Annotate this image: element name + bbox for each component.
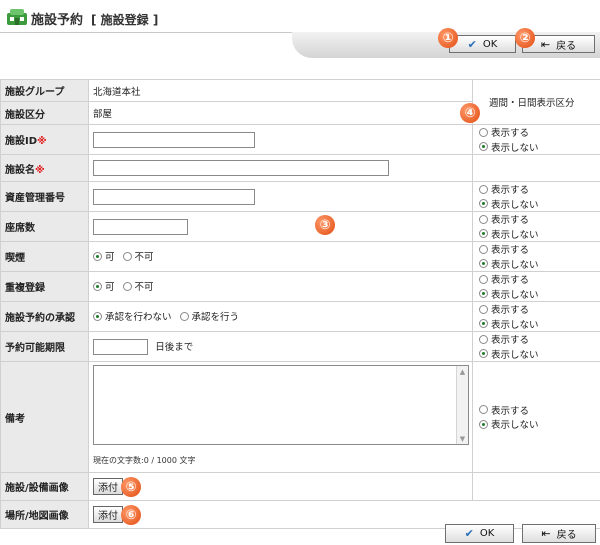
page-subtitle: [ 施設登録 ] — [91, 13, 159, 27]
approval-yes-radio[interactable]: 承認を行う — [179, 309, 239, 323]
show-radio[interactable]: 表示する — [479, 242, 529, 256]
label-smoking: 喫煙 — [0, 241, 89, 272]
hide-radio[interactable]: 表示しない — [479, 257, 539, 271]
marker-2: ② — [515, 28, 535, 48]
label-facility-image: 施設/設備画像 — [0, 472, 89, 501]
label-facility-name: 施設名※ — [0, 154, 89, 182]
label-group: 施設グループ — [0, 79, 89, 102]
period-suffix: 日後まで — [155, 341, 194, 353]
marker-4: ④ — [460, 103, 480, 123]
label-period: 予約可能期限 — [0, 331, 89, 362]
seats-input[interactable] — [93, 218, 188, 235]
hide-radio[interactable]: 表示しない — [479, 227, 539, 241]
label-double-booking: 重複登録 — [0, 271, 89, 302]
attach-map-image-button[interactable]: 添付 — [93, 506, 123, 523]
visibility-approval: 表示する 表示しない — [472, 301, 600, 332]
visibility-facility-name — [472, 154, 600, 182]
required-mark: ※ — [37, 136, 47, 147]
show-radio[interactable]: 表示する — [479, 212, 529, 226]
back-arrow-icon: ⇤ — [540, 37, 551, 51]
row-asset-no: 資産管理番号 表示する 表示しない — [0, 181, 600, 212]
attach-facility-image-button[interactable]: 添付 — [93, 478, 123, 495]
page-header: 施設予約[ 施設登録 ] — [0, 0, 600, 34]
row-group: 施設グループ 北海道本社 週間・日間表示区分 — [0, 79, 600, 125]
char-counter: 現在の文字数:0 / 1000 文字 — [93, 456, 196, 465]
hide-radio[interactable]: 表示しない — [479, 347, 539, 361]
double-booking-allowed-radio[interactable]: 可 — [93, 279, 115, 293]
row-period: 予約可能期限 日後まで 表示する 表示しない — [0, 331, 600, 362]
marker-6: ⑥ — [121, 505, 141, 525]
back-button-bottom[interactable]: ⇤ 戻る — [522, 524, 596, 543]
note-textarea[interactable]: ▲ ▼ — [93, 365, 469, 445]
visibility-double-booking: 表示する 表示しない — [472, 271, 600, 302]
visibility-period: 表示する 表示しない — [472, 331, 600, 362]
show-radio[interactable]: 表示する — [479, 182, 529, 196]
note-scrollbar[interactable]: ▲ ▼ — [456, 366, 468, 444]
scroll-down-icon[interactable]: ▼ — [457, 433, 468, 444]
label-approval: 施設予約の承認 — [0, 301, 89, 332]
smoking-not-allowed-radio[interactable]: 不可 — [122, 249, 154, 263]
show-radio[interactable]: 表示する — [479, 302, 529, 316]
hide-radio[interactable]: 表示しない — [479, 140, 539, 154]
period-input[interactable] — [93, 338, 148, 355]
show-radio[interactable]: 表示する — [479, 125, 529, 139]
row-note: 備考 ▲ ▼ 現在の文字数:0 / 1000 文字 表示する 表示しない — [0, 361, 600, 473]
hide-radio[interactable]: 表示しない — [479, 417, 539, 431]
row-double-booking: 重複登録 可不可 表示する 表示しない — [0, 271, 600, 302]
show-radio[interactable]: 表示する — [479, 332, 529, 346]
check-icon: ✔ — [467, 37, 477, 51]
facility-icon — [7, 9, 27, 25]
facility-id-input[interactable] — [93, 131, 255, 148]
back-arrow-icon: ⇤ — [541, 527, 551, 540]
ok-button-top[interactable]: ✔ OK — [449, 35, 516, 53]
row-facility-id: 施設ID※ 表示する 表示しない — [0, 124, 600, 155]
show-radio[interactable]: 表示する — [479, 272, 529, 286]
double-booking-not-allowed-radio[interactable]: 不可 — [122, 279, 154, 293]
label-map-image: 場所/地図画像 — [0, 500, 89, 529]
row-facility-image: 施設/設備画像 添付 ⑤ — [0, 472, 600, 501]
visibility-seats: 表示する 表示しない — [472, 211, 600, 242]
smoking-allowed-radio[interactable]: 可 — [93, 249, 115, 263]
label-asset-no: 資産管理番号 — [0, 181, 89, 212]
show-radio[interactable]: 表示する — [479, 403, 529, 417]
label-category: 施設区分 — [0, 101, 89, 125]
check-icon: ✔ — [464, 527, 474, 540]
row-approval: 施設予約の承認 承認を行わない 承認を行う 表示する 表示しない — [0, 301, 600, 332]
visibility-facility-image — [472, 472, 600, 501]
label-facility-id: 施設ID※ — [0, 124, 89, 155]
hide-radio[interactable]: 表示しない — [479, 197, 539, 211]
page-title: 施設予約[ 施設登録 ] — [31, 13, 159, 28]
row-facility-name: 施設名※ — [0, 154, 600, 182]
label-note: 備考 — [0, 361, 89, 473]
visibility-note: 表示する 表示しない — [472, 361, 600, 473]
marker-1: ① — [438, 28, 458, 48]
label-seats: 座席数 — [0, 211, 89, 242]
approval-no-radio[interactable]: 承認を行わない — [93, 309, 172, 323]
ok-button-bottom[interactable]: ✔ OK — [445, 524, 514, 543]
visibility-facility-id: 表示する 表示しない — [472, 124, 600, 155]
facility-form: 施設グループ 北海道本社 週間・日間表示区分 施設区分 部屋 施設ID※ 表示す… — [0, 79, 600, 529]
value-group: 北海道本社 — [88, 79, 473, 102]
asset-no-input[interactable] — [93, 188, 255, 205]
row-smoking: 喫煙 可不可 表示する 表示しない — [0, 241, 600, 272]
marker-5: ⑤ — [121, 477, 141, 497]
scroll-up-icon[interactable]: ▲ — [457, 366, 468, 377]
visibility-header: 週間・日間表示区分 — [472, 79, 600, 125]
required-mark: ※ — [35, 164, 45, 176]
facility-name-input[interactable] — [93, 160, 389, 176]
visibility-asset-no: 表示する 表示しない — [472, 181, 600, 212]
hide-radio[interactable]: 表示しない — [479, 317, 539, 331]
marker-3: ③ — [315, 215, 335, 235]
value-category: 部屋 — [88, 101, 473, 125]
hide-radio[interactable]: 表示しない — [479, 287, 539, 301]
row-seats: 座席数 ③ 表示する 表示しない — [0, 211, 600, 242]
visibility-smoking: 表示する 表示しない — [472, 241, 600, 272]
